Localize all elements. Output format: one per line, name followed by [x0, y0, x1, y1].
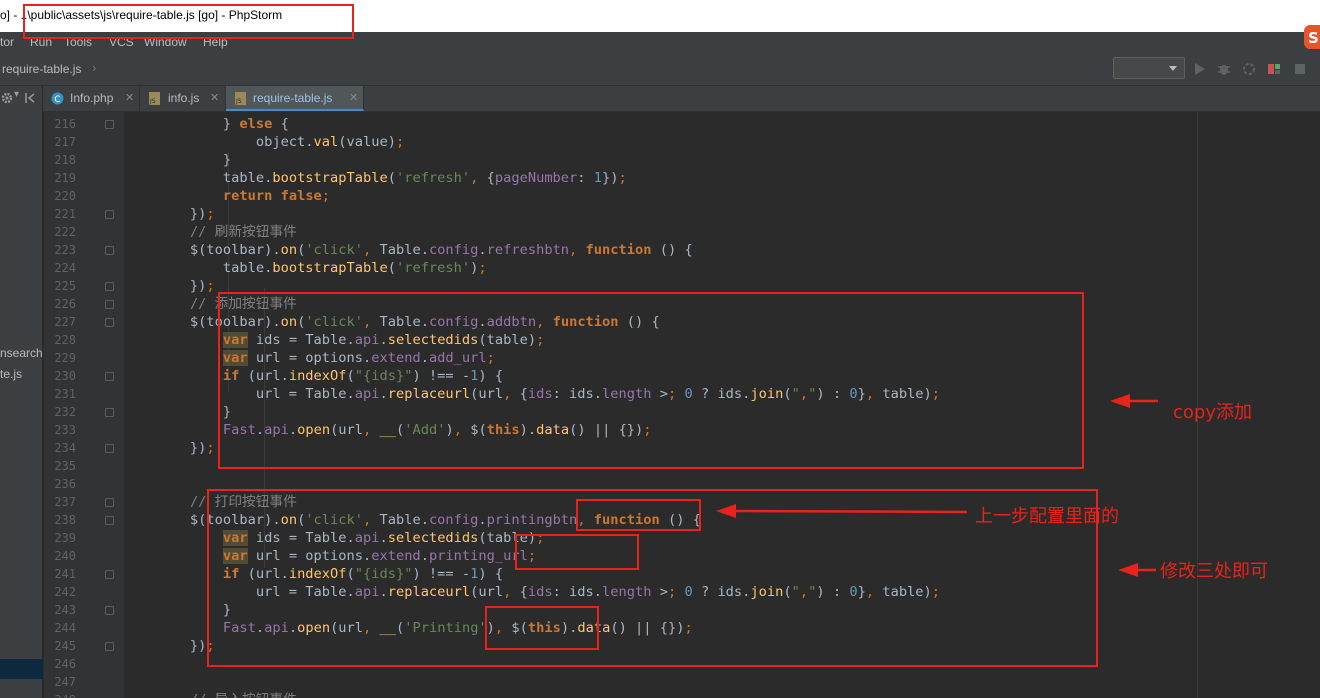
annotation-previous-step: 上一步配置里面的: [975, 506, 1119, 527]
arrow-icon: [1118, 563, 1156, 577]
annotation-copy-add: copy添加: [1173, 402, 1252, 423]
arrow-icon: [1110, 394, 1158, 408]
arrow-icon: [716, 504, 968, 518]
annotation-modify-three: 修改三处即可: [1160, 561, 1268, 582]
annotation-arrows: [716, 394, 1158, 577]
